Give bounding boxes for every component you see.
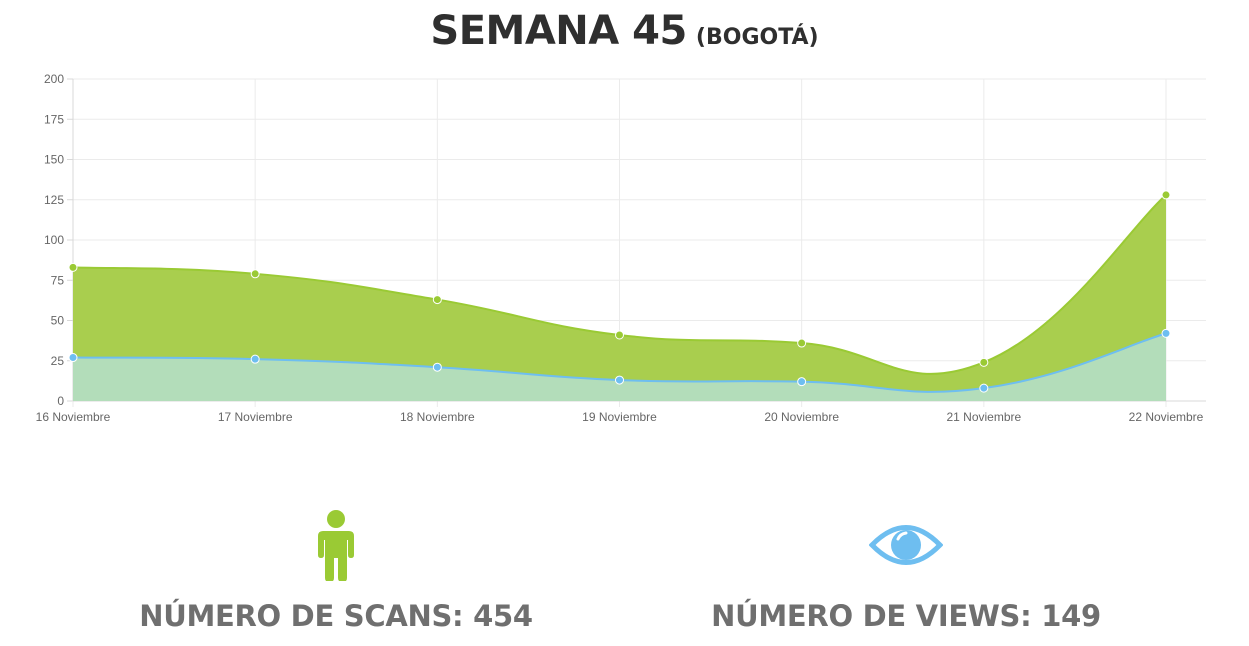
y-tick-label: 75 [51,273,65,287]
title-sub: (BOGOTÁ) [695,25,819,50]
y-tick-label: 25 [51,354,65,368]
data-point [797,338,807,348]
x-tick-label: 20 Noviembre [764,410,839,424]
x-tick-label: 16 Noviembre [36,410,111,424]
data-point [68,353,78,363]
y-tick-label: 150 [44,153,64,167]
y-tick-label: 125 [44,193,64,207]
x-tick-label: 22 Noviembre [1129,410,1204,424]
data-point [1161,190,1171,200]
data-point [615,330,624,340]
views-count-label: NÚMERO DE VIEWS: 149 [711,599,1101,633]
x-tick-label: 19 Noviembre [582,410,657,424]
y-tick-label: 50 [51,314,65,328]
data-point [68,262,78,272]
data-point [979,357,989,367]
data-point [432,362,442,372]
data-point [615,375,624,385]
y-tick-label: 175 [44,112,64,126]
data-point [432,295,442,305]
data-point [1161,328,1171,338]
y-tick-label: 100 [44,233,64,247]
x-tick-label: 18 Noviembre [400,410,475,424]
chart-title: SEMANA 45 (BOGOTÁ) [0,8,1249,54]
eye-icon [626,505,1186,585]
x-tick-label: 17 Noviembre [218,410,293,424]
scans-count-label: NÚMERO DE SCANS: 454 [139,599,533,633]
scans-stat: NÚMERO DE SCANS: 454 [56,505,616,633]
data-point [250,269,260,279]
person-icon [56,505,616,585]
data-point [979,383,989,393]
data-point [797,377,807,387]
y-tick-label: 0 [57,394,64,408]
area-chart: 0 25 50 75 100 125 150 175 200 16 Noviembre 17 Nov… [36,72,1206,424]
views-stat: NÚMERO DE VIEWS: 149 [626,505,1186,633]
x-tick-label: 21 Noviembre [946,410,1021,424]
data-point [250,354,260,364]
y-tick-label: 200 [44,72,64,86]
title-main: SEMANA 45 [430,8,687,54]
